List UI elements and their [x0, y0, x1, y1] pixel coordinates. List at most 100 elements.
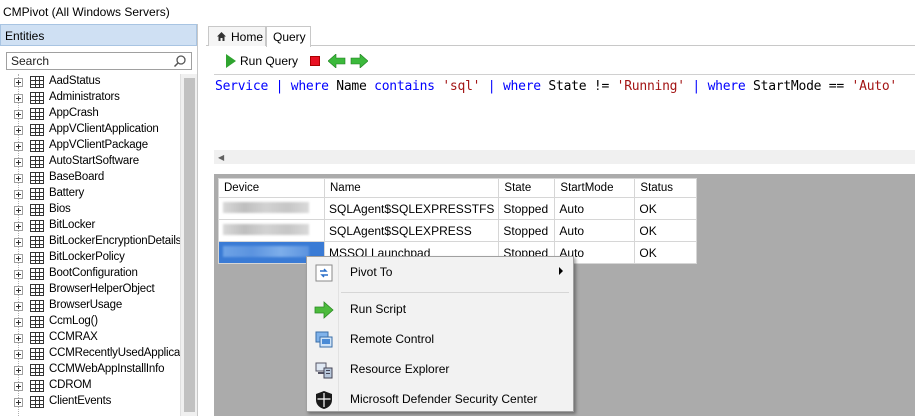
expand-icon[interactable]	[14, 318, 23, 327]
expand-icon[interactable]	[14, 270, 23, 279]
menu-item-run-script[interactable]: Run Script	[307, 294, 573, 324]
scroll-left-icon[interactable]: ◀	[218, 153, 224, 162]
expand-icon[interactable]	[14, 382, 23, 391]
tree-item-label: BitLockerPolicy	[49, 251, 125, 263]
search-box[interactable]	[6, 52, 192, 70]
expand-icon[interactable]	[14, 366, 23, 375]
run-query-button[interactable]: Run Query	[222, 52, 298, 70]
expand-icon[interactable]	[14, 174, 23, 183]
name-cell[interactable]: SQLAgent$SQLEXPRESS	[323, 219, 500, 242]
tree-item[interactable]: Bios	[0, 202, 180, 218]
state-cell[interactable]: Stopped	[498, 197, 556, 220]
table-icon	[30, 140, 44, 152]
editor-horizontal-scrollbar[interactable]: ◀	[214, 150, 915, 164]
tree-item[interactable]: Administrators	[0, 90, 180, 106]
expand-icon[interactable]	[14, 254, 23, 263]
expand-icon[interactable]	[14, 350, 23, 359]
menu-item-label: Run Script	[350, 302, 407, 316]
table-icon	[30, 188, 44, 200]
column-header-device[interactable]: Device	[218, 178, 325, 198]
column-header-state[interactable]: State	[498, 178, 556, 198]
query-token: 'Auto'	[851, 79, 898, 94]
forward-arrow-icon[interactable]	[350, 54, 368, 68]
table-icon	[30, 220, 44, 232]
column-header-status[interactable]: Status	[634, 178, 698, 198]
tree-item[interactable]: BrowserHelperObject	[0, 282, 180, 298]
scrollbar-thumb[interactable]	[184, 78, 195, 412]
tab-home[interactable]: Home	[208, 26, 266, 46]
status-cell[interactable]: OK	[634, 219, 698, 242]
tree-item[interactable]: BitLockerPolicy	[0, 250, 180, 266]
expand-icon[interactable]	[14, 302, 23, 311]
menu-item-label: Remote Control	[350, 332, 435, 346]
window-title: CMPivot (All Windows Servers)	[0, 0, 915, 24]
menu-item-remote-control[interactable]: Remote Control	[307, 324, 573, 354]
expand-icon[interactable]	[14, 398, 23, 407]
query-token: 'sql'	[442, 79, 481, 94]
expand-icon[interactable]	[14, 142, 23, 151]
tree-item[interactable]: BootConfiguration	[0, 266, 180, 282]
back-arrow-icon[interactable]	[328, 54, 346, 68]
expand-icon[interactable]	[14, 190, 23, 199]
table-row[interactable]: SQLAgent$SQLEXPRESS Stopped Auto OK	[218, 219, 698, 242]
menu-item-pivot-to[interactable]: Pivot To	[307, 257, 573, 287]
tree-item[interactable]: CCMWebAppInstallInfo	[0, 362, 180, 378]
search-icon[interactable]	[173, 54, 187, 68]
menu-item-defender-security-center[interactable]: Microsoft Defender Security Center	[307, 384, 573, 414]
expand-icon[interactable]	[14, 206, 23, 215]
status-cell[interactable]: OK	[634, 197, 698, 220]
column-header-name[interactable]: Name	[323, 178, 500, 198]
tab-query[interactable]: Query	[266, 26, 311, 47]
name-cell[interactable]: SQLAgent$SQLEXPRESSTFS	[323, 197, 500, 220]
device-cell[interactable]	[218, 197, 325, 220]
expand-icon[interactable]	[14, 110, 23, 119]
tree-item[interactable]: AadStatus	[0, 74, 180, 90]
tree-item[interactable]: CDROM	[0, 378, 180, 394]
menu-item-resource-explorer[interactable]: Resource Explorer	[307, 354, 573, 384]
column-header-startmode[interactable]: StartMode	[554, 178, 636, 198]
stop-icon[interactable]	[310, 56, 320, 66]
startmode-cell[interactable]: Auto	[554, 197, 636, 220]
tree-item[interactable]: CcmLog()	[0, 314, 180, 330]
results-header-row: Device Name State StartMode Status	[218, 178, 698, 198]
status-cell[interactable]: OK	[634, 241, 698, 264]
table-icon	[30, 108, 44, 120]
defender-shield-icon	[316, 391, 332, 409]
search-input[interactable]	[7, 53, 167, 69]
startmode-cell[interactable]: Auto	[554, 219, 636, 242]
tree-item[interactable]: BrowserUsage	[0, 298, 180, 314]
query-token: State !=	[540, 79, 617, 94]
tree-item[interactable]: AutoStartSoftware	[0, 154, 180, 170]
tree-item[interactable]: BaseBoard	[0, 170, 180, 186]
table-icon	[30, 348, 44, 360]
tree-item[interactable]: AppCrash	[0, 106, 180, 122]
tree-item[interactable]: CCMRecentlyUsedApplicat	[0, 346, 180, 362]
redacted-device-name	[223, 201, 309, 213]
results-grid: Device Name State StartMode Status SQLAg…	[218, 178, 698, 264]
tree-item[interactable]: BitLockerEncryptionDetails	[0, 234, 180, 250]
tree-item-label: AadStatus	[49, 75, 101, 87]
query-token: |	[268, 79, 291, 94]
expand-icon[interactable]	[14, 286, 23, 295]
expand-icon[interactable]	[14, 94, 23, 103]
table-row[interactable]: SQLAgent$SQLEXPRESSTFS Stopped Auto OK	[218, 197, 698, 220]
expand-icon[interactable]	[14, 78, 23, 87]
remote-control-icon	[315, 331, 333, 348]
tree-item[interactable]: AppVClientPackage	[0, 138, 180, 154]
tree-item[interactable]: ClientEvents	[0, 394, 180, 410]
device-cell[interactable]	[218, 219, 325, 242]
pivot-icon	[315, 264, 333, 282]
tree-item[interactable]: AppVClientApplication	[0, 122, 180, 138]
expand-icon[interactable]	[14, 126, 23, 135]
expand-icon[interactable]	[14, 334, 23, 343]
table-icon	[30, 92, 44, 104]
tree-item[interactable]: Battery	[0, 186, 180, 202]
tab-query-label: Query	[273, 30, 306, 44]
tree-item[interactable]: BitLocker	[0, 218, 180, 234]
expand-icon[interactable]	[14, 158, 23, 167]
expand-icon[interactable]	[14, 238, 23, 247]
entity-scrollbar[interactable]	[180, 74, 197, 416]
tree-item[interactable]: CCMRAX	[0, 330, 180, 346]
expand-icon[interactable]	[14, 222, 23, 231]
state-cell[interactable]: Stopped	[498, 219, 556, 242]
